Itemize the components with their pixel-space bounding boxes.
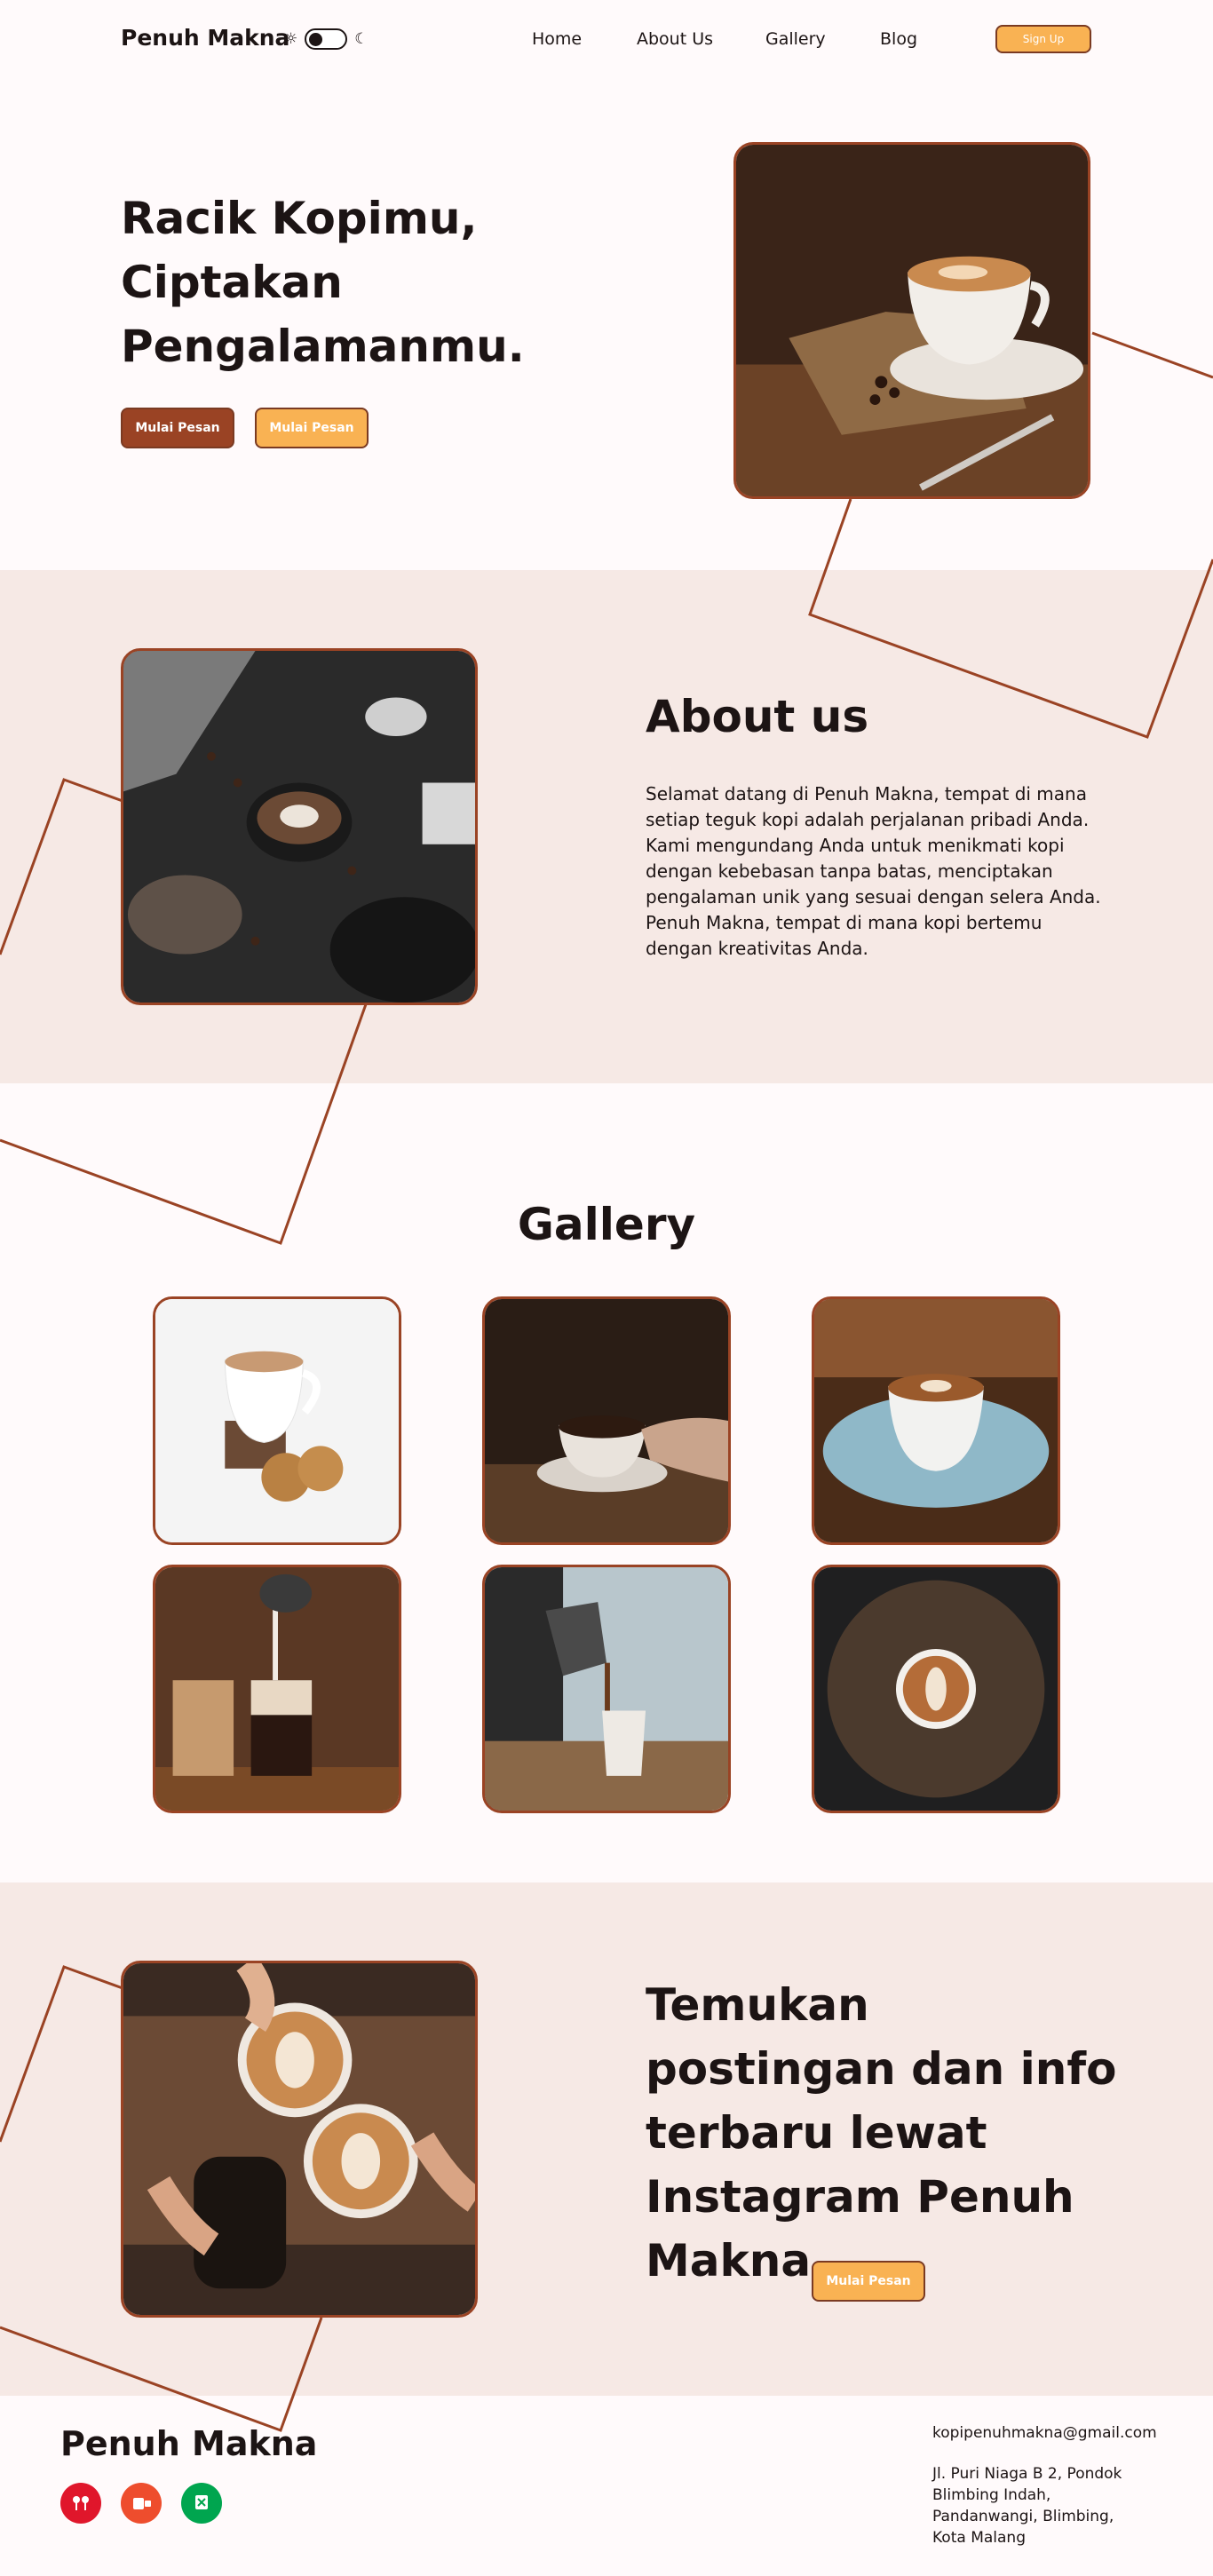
theme-switch[interactable]	[305, 28, 348, 50]
nav-about-us[interactable]: About Us	[637, 29, 713, 49]
switch-knob	[309, 33, 323, 46]
about-image	[121, 648, 478, 1005]
hero-deco-outline	[1091, 331, 1213, 379]
shopeefood-symbol	[133, 2498, 151, 2509]
moon-icon: ☾	[354, 29, 369, 48]
gallery-image-4[interactable]	[153, 1565, 401, 1813]
instagram-order-button[interactable]: Mulai Pesan	[812, 2261, 925, 2302]
instagram-image	[121, 1961, 478, 2318]
about-text: Selamat datang di Penuh Makna, tempat di…	[646, 783, 1101, 959]
hero-title: Racik Kopimu, Ciptakan Pengalamanmu.	[121, 193, 525, 372]
hero-image	[733, 142, 1090, 499]
signup-button[interactable]: Sign Up	[995, 25, 1091, 53]
gallery-title: Gallery	[517, 1199, 696, 1250]
gallery-image-5[interactable]	[482, 1565, 731, 1813]
nav-home[interactable]: Home	[532, 29, 582, 49]
grabfood-icon[interactable]	[181, 2483, 222, 2524]
nav-gallery[interactable]: Gallery	[765, 29, 826, 49]
gofood-icon[interactable]	[60, 2483, 101, 2524]
footer-brand: Penuh Makna	[60, 2424, 318, 2463]
shopeefood-icon[interactable]	[121, 2483, 162, 2524]
order-button-secondary[interactable]: Mulai Pesan	[255, 408, 369, 448]
gofood-symbol	[73, 2496, 89, 2510]
instagram-title: Temukan postingan dan info terbaru lewat…	[646, 1979, 1117, 2287]
about-title: About us	[646, 691, 869, 742]
brand-logo[interactable]: Penuh Makna	[121, 25, 289, 51]
footer-address: Jl. Puri Niaga B 2, Pondok Blimbing Inda…	[932, 2465, 1122, 2547]
footer-email[interactable]: kopipenuhmakna@gmail.com	[932, 2424, 1157, 2442]
gallery-image-6[interactable]	[812, 1565, 1060, 1813]
gallery-image-1[interactable]	[153, 1296, 401, 1545]
gallery-image-2[interactable]	[482, 1296, 731, 1545]
grabfood-symbol	[195, 2495, 208, 2509]
gallery-image-3[interactable]	[812, 1296, 1060, 1545]
order-button-primary[interactable]: Mulai Pesan	[121, 408, 234, 448]
theme-toggle[interactable]: ☼ ☾	[284, 28, 369, 50]
sun-icon: ☼	[284, 29, 298, 48]
nav-blog[interactable]: Blog	[880, 29, 917, 49]
